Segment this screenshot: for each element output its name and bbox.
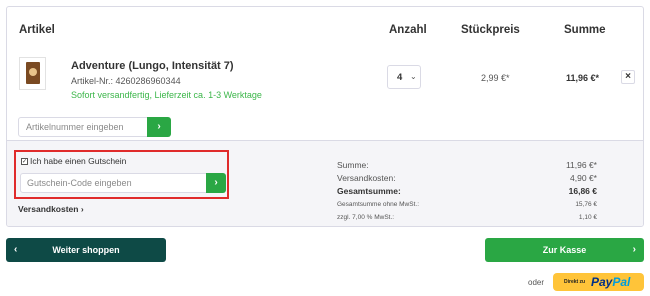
checkbox-icon[interactable]: ✓ [21, 158, 28, 166]
header-anzahl: Anzahl [389, 24, 427, 36]
summary-row-versandkosten: Versandkosten: 4,90 €* [337, 173, 597, 183]
summary-row-summe: Summe: 11,96 €* [337, 160, 597, 170]
product-name[interactable]: Adventure (Lungo, Intensität 7) [71, 60, 234, 72]
header-artikel: Artikel [19, 24, 55, 36]
voucher-highlight: ✓ Ich habe einen Gutschein Gutschein-Code… [14, 150, 229, 199]
chevron-right-icon: › [157, 121, 161, 132]
summary-row-netto: Gesamtsumme ohne MwSt.: 15,76 € [337, 201, 597, 208]
product-shipping-info: Sofort versandfertig, Lieferzeit ca. 1-3… [71, 90, 262, 100]
paypal-small-text: Direkt zu [564, 279, 586, 285]
chevron-down-icon: ⌄ [410, 72, 417, 81]
product-article-number: Artikel-Nr.: 4260286960344 [71, 76, 181, 86]
voucher-checkbox[interactable]: ✓ Ich habe einen Gutschein [21, 156, 126, 166]
paypal-button[interactable]: Direkt zu PayPal [553, 273, 644, 291]
voucher-code-input[interactable]: Gutschein-Code eingeben [20, 173, 207, 193]
product-image[interactable] [19, 57, 46, 90]
chevron-right-icon: › [632, 244, 636, 255]
chevron-right-icon: › [214, 177, 218, 188]
oder-label: oder [528, 278, 545, 287]
line-total: 11,96 €* [566, 73, 600, 83]
header-summe: Summe [564, 24, 606, 36]
checkout-button[interactable]: Zur Kasse › [485, 238, 644, 262]
close-icon[interactable]: × [621, 70, 635, 84]
table-header: Artikel Anzahl Stückpreis Summe [7, 7, 643, 47]
voucher-checkbox-label: Ich habe einen Gutschein [30, 156, 127, 166]
quantity-select[interactable]: 4 ⌄ [387, 65, 421, 89]
article-number-input[interactable]: Artikelnummer eingeben [18, 117, 148, 137]
header-stueckpreis: Stückpreis [461, 24, 520, 36]
summary-section: ✓ Ich habe einen Gutschein Gutschein-Code… [7, 140, 643, 226]
unit-price: 2,99 €* [481, 73, 510, 83]
continue-shopping-button[interactable]: ‹ Weiter shoppen [6, 238, 166, 262]
article-add-button[interactable]: › [147, 117, 171, 137]
shipping-costs-link[interactable]: Versandkosten › [18, 204, 84, 214]
summary-row-mwst: zzgl. 7,00 % MwSt.: 1,10 € [337, 214, 597, 221]
cart-table: Artikel Anzahl Stückpreis Summe Adventur… [6, 6, 644, 227]
voucher-submit-button[interactable]: › [206, 173, 226, 193]
paypal-logo: PayPal [591, 275, 631, 289]
quantity-value: 4 [397, 72, 403, 83]
summary-row-gesamtsumme: Gesamtsumme: 16,86 € [337, 186, 597, 196]
